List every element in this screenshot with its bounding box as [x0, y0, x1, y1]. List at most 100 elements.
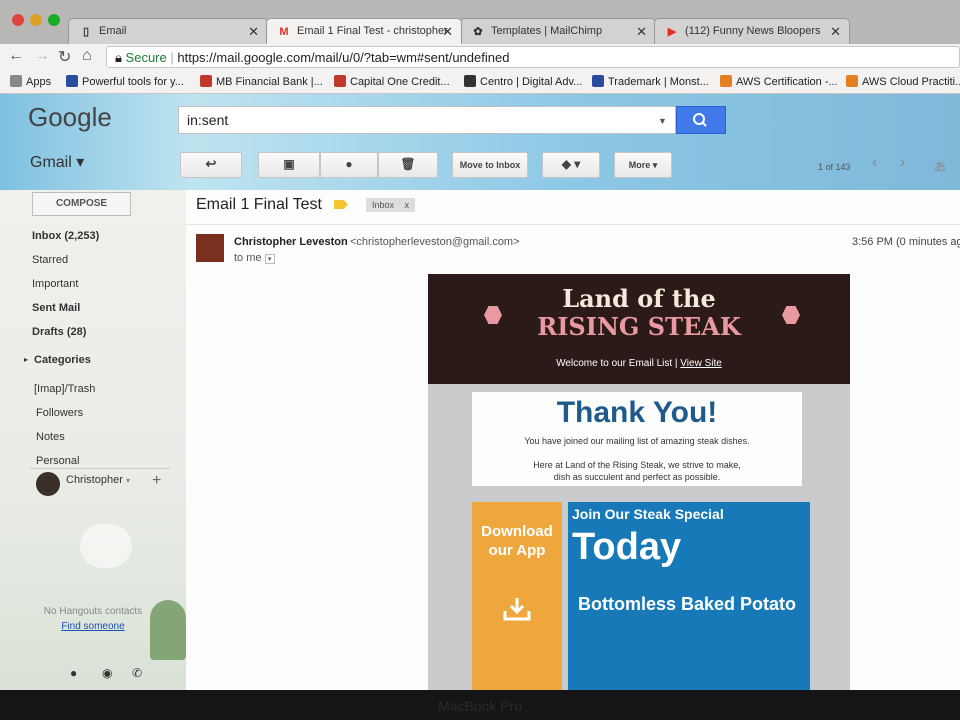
- chat-user-name[interactable]: Christopher: [66, 474, 123, 486]
- bookmark-centro[interactable]: Centro | Digital Adv...: [464, 75, 582, 88]
- archive-button[interactable]: ▣: [258, 152, 320, 178]
- bookmark-favicon: [66, 75, 78, 87]
- forward-arrow-icon[interactable]: →: [34, 47, 50, 65]
- newer-chevron-icon[interactable]: ‹: [872, 154, 877, 172]
- gmail-sidebar: COMPOSE Inbox (2,253) Starred Important …: [0, 190, 186, 690]
- back-arrow-icon[interactable]: ←: [8, 47, 24, 65]
- sidebar-item-sent-mail[interactable]: Sent Mail: [32, 302, 80, 314]
- avatar[interactable]: [36, 472, 60, 496]
- expand-categories-icon[interactable]: ▸: [24, 355, 28, 364]
- close-tab-icon[interactable]: ✕: [248, 24, 259, 40]
- browser-tab-strip: ▯ Email ✕ M Email 1 Final Test - christo…: [0, 0, 960, 44]
- laptop-bezel: MacBook Pro: [0, 690, 960, 720]
- gmail-icon: M: [279, 26, 289, 38]
- search-icon: [693, 113, 707, 127]
- close-tab-icon[interactable]: ✕: [442, 24, 453, 40]
- older-chevron-icon[interactable]: ›: [900, 154, 905, 172]
- email-banner: Land of the RISING STEAK Welcome to our …: [428, 274, 850, 384]
- welcome-label: Welcome to our Email List |: [556, 358, 681, 369]
- hangouts-icon: [80, 524, 132, 568]
- back-arrow-icon: ↩: [205, 156, 217, 171]
- move-to-inbox-button[interactable]: Move to Inbox: [452, 152, 528, 178]
- steak-special-panel[interactable]: Join Our Steak Special Today Bottomless …: [568, 502, 810, 690]
- tab-youtube[interactable]: ▶ (112) Funny News Bloopers ✕: [654, 18, 850, 44]
- brand-title-line1: Land of the: [562, 284, 716, 313]
- bookmark-favicon: [846, 75, 858, 87]
- archive-icon: ▣: [283, 157, 295, 171]
- bookmark-apps[interactable]: Apps: [10, 75, 51, 88]
- sidebar-item-notes[interactable]: Notes: [36, 431, 65, 443]
- tab-mailchimp[interactable]: ✿ Templates | MailChimp ✕: [460, 18, 656, 44]
- gmail-app-menu[interactable]: Gmail ▾: [30, 152, 84, 172]
- labels-button[interactable]: ◆ ▾: [542, 152, 600, 178]
- sidebar-item-important[interactable]: Important: [32, 278, 78, 290]
- sidebar-item-inbox[interactable]: Inbox (2,253): [32, 230, 99, 242]
- search-options-arrow-icon[interactable]: ▼: [658, 116, 667, 126]
- bookmark-capital-one[interactable]: Capital One Credit...: [334, 75, 450, 88]
- bookmark-label: Capital One Credit...: [350, 76, 450, 88]
- sender-name[interactable]: Christopher Leveston: [234, 236, 348, 248]
- google-logo[interactable]: Google: [28, 102, 112, 133]
- sender-avatar: [196, 234, 224, 262]
- hangouts-chat-icon[interactable]: ◉: [102, 666, 112, 680]
- home-icon[interactable]: ⌂: [82, 47, 92, 65]
- reload-icon[interactable]: ↻: [58, 47, 71, 67]
- phone-icon[interactable]: ✆: [132, 666, 142, 680]
- chevron-down-icon[interactable]: ▾: [126, 476, 130, 485]
- bookmark-label: Powerful tools for y...: [82, 76, 184, 88]
- sidebar-item-personal[interactable]: Personal: [36, 455, 79, 467]
- address-bar[interactable]: 🔒︎ Secure | https://mail.google.com/mail…: [106, 46, 960, 68]
- sidebar-item-starred[interactable]: Starred: [32, 254, 68, 266]
- compose-button[interactable]: COMPOSE: [32, 192, 131, 216]
- person-icon[interactable]: ●: [70, 666, 77, 680]
- search-button[interactable]: [676, 106, 726, 134]
- tab-email-1-final-test[interactable]: M Email 1 Final Test - christopher ✕: [266, 18, 462, 44]
- sidebar-divider: [30, 468, 170, 469]
- tab-title: (112) Funny News Bloopers: [685, 25, 821, 37]
- bookmark-favicon: [592, 75, 604, 87]
- sidebar-item-imap-trash[interactable]: [Imap]/Trash: [34, 383, 95, 395]
- bookmark-favicon: [200, 75, 212, 87]
- pager-text: 1 of 143: [818, 162, 851, 172]
- bookmark-powerful-tools[interactable]: Powerful tools for y...: [66, 75, 184, 88]
- tab-title: Templates | MailChimp: [491, 25, 603, 37]
- sidebar-item-categories[interactable]: Categories: [34, 354, 91, 366]
- bookmark-aws-cloud[interactable]: AWS Cloud Practiti...: [846, 75, 960, 88]
- tab-email[interactable]: ▯ Email ✕: [68, 18, 268, 44]
- bookmark-mb-financial[interactable]: MB Financial Bank |...: [200, 75, 323, 88]
- download-icon: [503, 598, 531, 621]
- alert-icon: ●: [345, 157, 353, 171]
- sidebar-item-followers[interactable]: Followers: [36, 407, 83, 419]
- delete-button[interactable]: 🗑︎: [378, 152, 438, 178]
- view-site-link[interactable]: View Site: [680, 358, 722, 369]
- close-tab-icon[interactable]: ✕: [636, 24, 647, 40]
- minimize-window-button[interactable]: [30, 14, 42, 26]
- device-brand: MacBook Pro: [437, 698, 523, 714]
- add-contact-icon[interactable]: +: [152, 472, 161, 490]
- sidebar-item-drafts[interactable]: Drafts (28): [32, 326, 86, 338]
- brand-title-line2: RISING STEAK: [537, 312, 741, 341]
- bookmark-label: Centro | Digital Adv...: [480, 76, 583, 88]
- bookmark-trademark[interactable]: Trademark | Monst...: [592, 75, 709, 88]
- search-input[interactable]: [178, 106, 676, 134]
- input-tools-icon[interactable]: あ: [934, 158, 946, 175]
- sender-email: <christopherleveston@gmail.com>: [350, 236, 520, 248]
- bookmark-favicon: [464, 75, 476, 87]
- back-to-sent-button[interactable]: ↩: [180, 152, 242, 178]
- more-button[interactable]: More ▾: [614, 152, 672, 178]
- apps-grid-icon: [10, 75, 22, 87]
- show-details-icon[interactable]: ▾: [264, 254, 275, 264]
- remove-label-icon[interactable]: x: [405, 200, 410, 210]
- report-spam-button[interactable]: ●: [320, 152, 378, 178]
- bookmark-aws-certification[interactable]: AWS Certification -...: [720, 75, 838, 88]
- importance-marker-icon[interactable]: [334, 200, 348, 209]
- bookmark-label: MB Financial Bank |...: [216, 76, 323, 88]
- thank-you-panel: Thank You! You have joined our mailing l…: [472, 392, 802, 486]
- download-app-button[interactable]: Download our App: [472, 502, 562, 690]
- close-window-button[interactable]: [12, 14, 24, 26]
- inbox-label-chip[interactable]: Inbox x: [366, 198, 416, 212]
- browser-toolbar: ← → ↻ ⌂ 🔒︎ Secure | https://mail.google.…: [0, 44, 960, 70]
- screen: ▯ Email ✕ M Email 1 Final Test - christo…: [0, 0, 960, 720]
- close-tab-icon[interactable]: ✕: [830, 24, 841, 40]
- maximize-window-button[interactable]: [48, 14, 60, 26]
